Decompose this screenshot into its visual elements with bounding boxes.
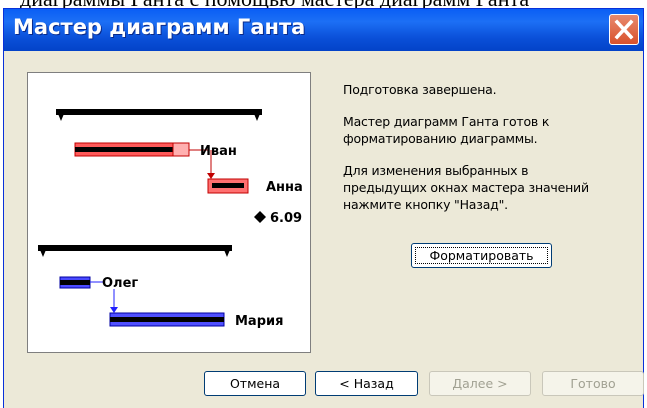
summary-bar-1: [56, 109, 262, 121]
close-button[interactable]: [609, 14, 639, 45]
close-icon: [614, 19, 634, 40]
title-bar[interactable]: Мастер диаграмм Ганта: [4, 9, 643, 51]
background-document-text-fragment: диаграммы Ганта с помощью мастера диагра…: [0, 0, 647, 8]
hint-line-3: нажмите кнопку "Назад".: [343, 197, 508, 212]
summary-bar-2: [38, 245, 232, 257]
task-bar-oleg: [59, 276, 104, 289]
format-button-label: Форматировать: [415, 247, 548, 264]
ready-line-1: Мастер диаграмм Ганта готов к: [343, 114, 550, 129]
task-label-anna: Анна: [266, 180, 303, 195]
ready-line-2: форматированию диаграммы.: [343, 131, 538, 146]
milestone-label: 6.09: [270, 211, 302, 226]
hint-line-1: Для изменения выбранных в: [343, 163, 529, 178]
task-label-ivan: Иван: [200, 144, 237, 159]
task-bar-ivan: [74, 142, 208, 157]
cancel-button[interactable]: Отмена: [204, 371, 306, 396]
finish-button: Готово: [542, 371, 644, 396]
task-bar-anna: [207, 178, 249, 194]
back-button[interactable]: < Назад: [315, 371, 418, 396]
dependency-link-oleg-maria: [110, 289, 118, 313]
gantt-preview: Иван Анна 6.09 Олег Мария: [27, 72, 311, 353]
task-label-maria: Мария: [235, 314, 283, 329]
task-label-oleg: Олег: [102, 276, 138, 291]
format-button[interactable]: Форматировать: [411, 243, 552, 268]
window-title: Мастер диаграмм Ганта: [13, 15, 306, 39]
hint-line-2: предыдущих окнах мастера значений: [343, 180, 589, 195]
status-line: Подготовка завершена.: [343, 82, 497, 97]
task-bar-maria: [109, 312, 225, 327]
milestone-diamond: [254, 211, 266, 223]
next-button: Далее >: [429, 371, 531, 396]
gantt-wizard-dialog: Мастер диаграмм Ганта Иван Анна 6.09 Оле…: [3, 8, 644, 408]
